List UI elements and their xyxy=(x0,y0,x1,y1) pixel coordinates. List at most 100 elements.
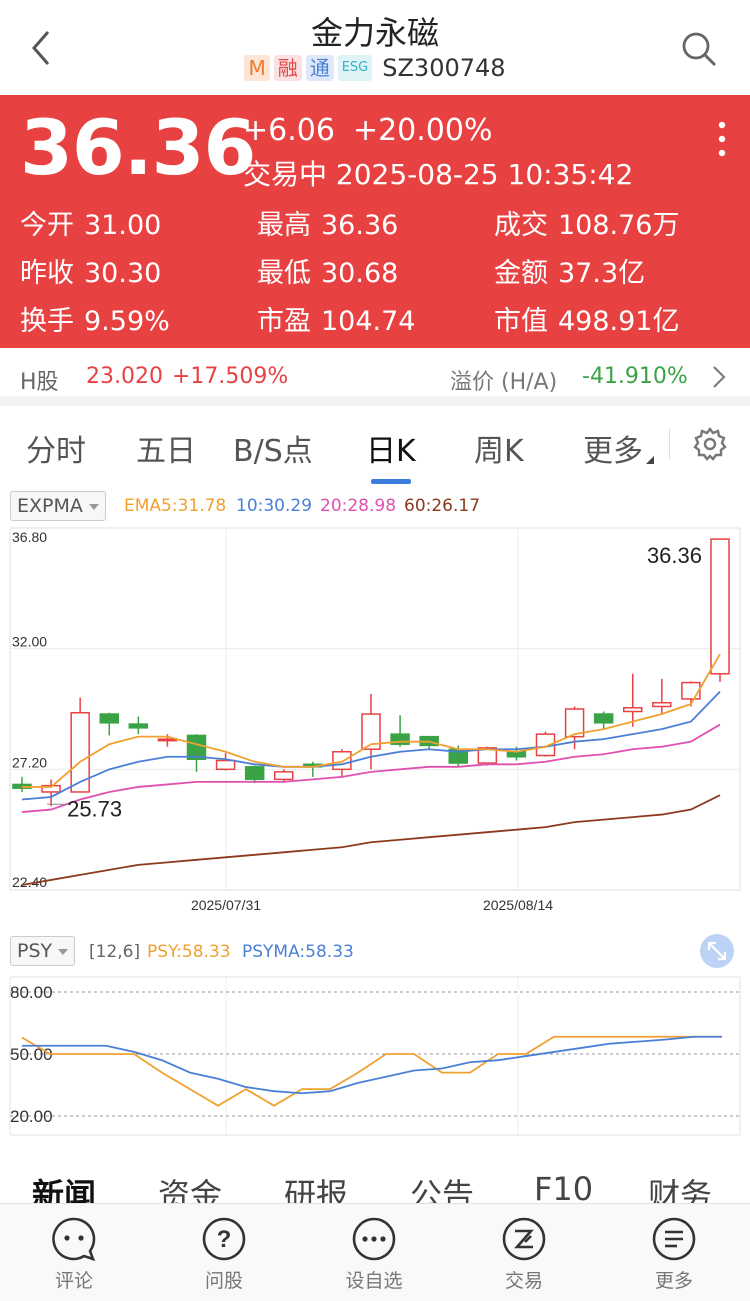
candle xyxy=(652,678,672,715)
financing-badge: 融 xyxy=(273,55,302,81)
subtab-news[interactable]: 新闻 xyxy=(32,1170,96,1204)
chevron-right-icon xyxy=(713,366,726,388)
candle-body xyxy=(244,766,265,781)
stat-amount: 金额 37.3亿 xyxy=(494,258,646,289)
h-share-price: 23.020 xyxy=(86,364,163,389)
more-button[interactable]: 更多 xyxy=(624,1216,724,1293)
psyma-line xyxy=(22,1035,722,1095)
candle-body xyxy=(623,706,643,713)
candle xyxy=(128,716,149,735)
quote-header: 36.36 +6.06 +20.00% 交易中 2025-08-25 10:35:… xyxy=(0,95,750,348)
psy-chart[interactable]: 80.00 50.00 20.00 xyxy=(0,975,750,1145)
candle-body xyxy=(157,738,178,742)
connect-badge: 通 xyxy=(305,55,334,81)
more-dots-icon[interactable] xyxy=(718,121,726,157)
candle xyxy=(623,673,643,727)
min-price-label: 25.73 xyxy=(67,796,122,821)
stat-turnover: 换手 9.59% xyxy=(20,306,170,337)
premium-label: 溢价 (H/A) xyxy=(450,370,558,395)
candle-body xyxy=(332,750,352,771)
stat-prev-close: 昨收 30.30 xyxy=(20,258,162,289)
change-percent: +20.00% xyxy=(352,113,493,148)
subtab-finance[interactable]: 财务 xyxy=(648,1170,712,1204)
psy-y-tick-label: 80.00 xyxy=(10,983,53,1002)
svg-text:?: ? xyxy=(217,1226,232,1253)
candle xyxy=(70,697,90,793)
psy-params: [12,6] xyxy=(89,942,141,962)
candle xyxy=(99,712,119,736)
esg-badge: ESG xyxy=(337,55,373,81)
candle-body xyxy=(681,681,701,700)
candle-body xyxy=(710,538,730,675)
search-icon[interactable] xyxy=(680,30,718,68)
expand-icon[interactable] xyxy=(699,933,735,969)
ema60-value: 60:26.17 xyxy=(404,496,481,516)
stat-market-cap: 市值 498.91亿 xyxy=(494,306,680,337)
tab-divider xyxy=(669,429,670,459)
stat-low: 最低 30.68 xyxy=(257,258,399,289)
ema60-line xyxy=(21,794,721,886)
psy-value: PSY:58.33 xyxy=(147,942,231,962)
kline-indicator-select[interactable]: EXPMA xyxy=(10,491,106,521)
tab-daily-k[interactable]: 日K xyxy=(366,426,416,470)
chart-tabs: 分时 五日 B/S点 日K 周K 更多 xyxy=(0,416,750,486)
stat-high: 最高 36.36 xyxy=(257,210,399,241)
x-tick-label: 2025/08/14 xyxy=(483,897,553,913)
subtab-f10[interactable]: F10 xyxy=(534,1170,593,1204)
candle-body xyxy=(593,713,614,724)
dropdown-corner-icon xyxy=(646,456,654,464)
margin-badge: M xyxy=(244,55,270,81)
x-tick-label: 2025/07/31 xyxy=(191,897,261,913)
question-icon: ? xyxy=(202,1217,246,1261)
candle xyxy=(593,711,614,730)
candle-body xyxy=(99,713,119,724)
psy-y-tick-label: 50.00 xyxy=(10,1045,53,1064)
tab-bs-points[interactable]: B/S点 xyxy=(233,426,313,470)
tab-weekly-k[interactable]: 周K xyxy=(474,426,524,470)
comment-button[interactable]: 评论 xyxy=(24,1216,124,1293)
dropdown-arrow-icon xyxy=(88,503,99,510)
y-tick-label: 32.00 xyxy=(12,634,47,650)
candle xyxy=(710,538,730,682)
candle-body xyxy=(128,723,149,729)
candle xyxy=(244,765,265,784)
change-value: +6.06 xyxy=(243,113,335,148)
psy-indicator-select[interactable]: PSY xyxy=(10,936,76,966)
h-share-label: H股 xyxy=(20,370,59,395)
trade-icon xyxy=(502,1217,546,1261)
tab-intraday[interactable]: 分时 xyxy=(26,426,86,470)
candle xyxy=(215,752,236,771)
last-price: 36.36 xyxy=(20,103,256,192)
trade-button[interactable]: 交易 xyxy=(474,1216,574,1293)
candle xyxy=(186,734,207,772)
subtab-funds[interactable]: 资金 xyxy=(158,1170,222,1204)
tab-five-day[interactable]: 五日 xyxy=(136,426,196,470)
news-tabs: 新闻 资金 研报 公告 F10 财务 xyxy=(0,1168,750,1204)
candle xyxy=(274,769,294,782)
kline-chart[interactable]: 36.8032.0027.2022.402025/07/31 2025/08/14… xyxy=(0,520,750,920)
stock-name: 金力永磁 xyxy=(310,14,439,52)
h-share-row[interactable]: H股 23.020 +17.509% 溢价 (H/A) -41.910% xyxy=(0,348,750,406)
psy-line xyxy=(21,1035,722,1107)
gear-icon[interactable] xyxy=(692,426,728,462)
psyma-value: PSYMA:58.33 xyxy=(242,942,354,962)
y-tick-label: 36.80 xyxy=(12,529,47,545)
h-share-pct: +17.509% xyxy=(172,364,289,389)
add-watchlist-button[interactable]: 设自选 xyxy=(324,1216,424,1293)
candle-body xyxy=(652,701,672,708)
candle-body xyxy=(215,759,236,771)
psy-y-tick-label: 20.00 xyxy=(10,1107,53,1126)
tab-more[interactable]: 更多 xyxy=(583,426,643,470)
subtab-research[interactable]: 研报 xyxy=(284,1170,348,1204)
stat-pe: 市盈 104.74 xyxy=(257,306,416,337)
ask-button[interactable]: ? 问股 xyxy=(174,1216,274,1293)
badge-row: M 融 通 ESG SZ300748 xyxy=(0,54,750,82)
candle xyxy=(12,776,32,792)
premium-value: -41.910% xyxy=(582,364,688,389)
subtab-announcements[interactable]: 公告 xyxy=(410,1170,474,1204)
y-tick-label: 27.20 xyxy=(12,754,47,770)
stock-code: SZ300748 xyxy=(382,54,506,82)
bottom-toolbar: 评论 ? 问股 设自选 交易 更多 xyxy=(0,1203,750,1301)
comment-icon xyxy=(52,1217,96,1262)
top-nav: 金力永磁 M 融 通 ESG SZ300748 xyxy=(0,0,750,95)
